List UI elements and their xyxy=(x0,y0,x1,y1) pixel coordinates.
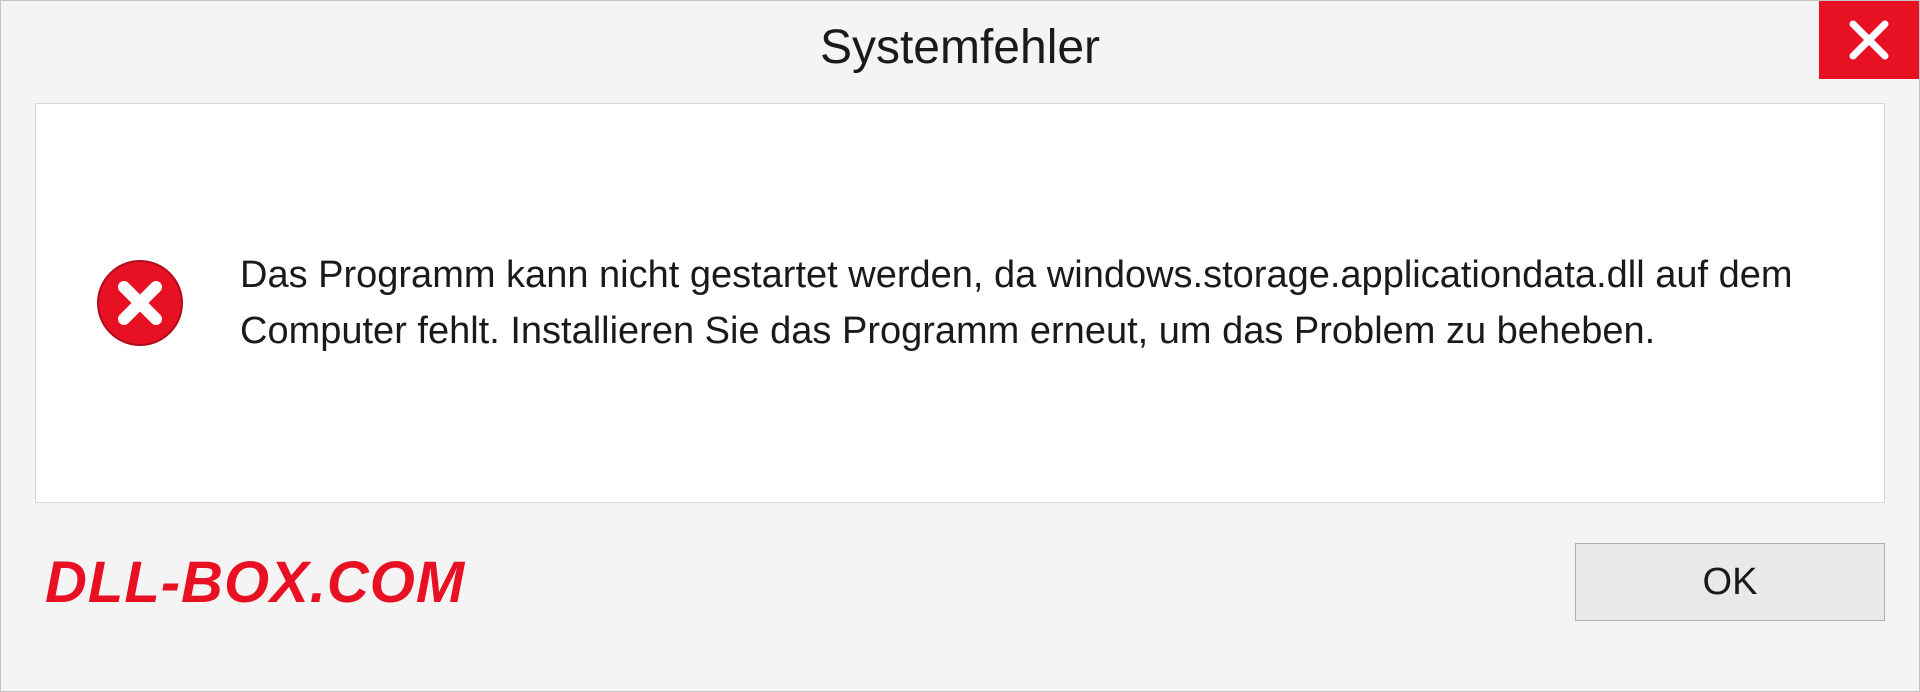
error-message: Das Programm kann nicht gestartet werden… xyxy=(240,247,1844,359)
title-bar: Systemfehler xyxy=(1,1,1919,93)
error-icon xyxy=(96,259,184,347)
close-button[interactable] xyxy=(1819,1,1919,79)
watermark-text: DLL-BOX.COM xyxy=(35,549,465,616)
dialog-footer: DLL-BOX.COM OK xyxy=(1,503,1919,621)
content-panel: Das Programm kann nicht gestartet werden… xyxy=(35,103,1885,503)
dialog-title: Systemfehler xyxy=(820,20,1100,75)
close-icon xyxy=(1847,18,1891,62)
ok-button[interactable]: OK xyxy=(1575,543,1885,621)
